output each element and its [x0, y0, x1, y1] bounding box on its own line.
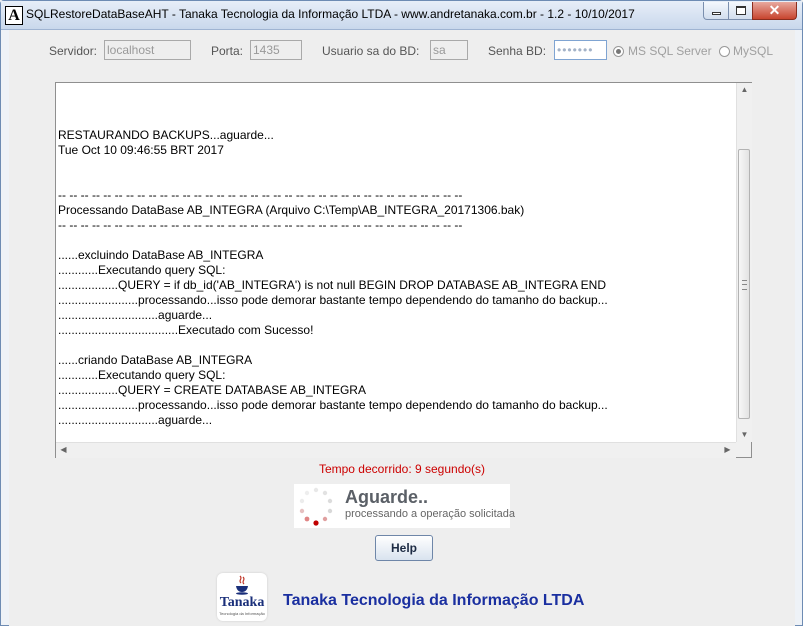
log-line: ........................processando...is… — [58, 398, 608, 412]
log-scroll-pane[interactable]: RESTAURANDO BACKUPS...aguarde... Tue Oct … — [55, 82, 752, 458]
log-line: ........................processando...is… — [58, 293, 608, 307]
password-label: Senha BD: — [488, 44, 547, 58]
loading-spinner-icon — [299, 487, 333, 526]
help-button[interactable]: Help — [375, 535, 433, 561]
user-label: Usuario sa do BD: — [322, 44, 420, 58]
log-line: ......criando DataBase AB_INTEGRA — [58, 353, 253, 367]
log-line: ..............................aguarde... — [58, 308, 213, 322]
log-line: ............Executando query SQL: — [58, 368, 226, 382]
log-line: -- -- -- -- -- -- -- -- -- -- -- -- -- -… — [58, 188, 463, 202]
maximize-button[interactable] — [728, 2, 753, 20]
wait-subtitle: processando a operação solicitada — [345, 508, 516, 520]
scroll-right-icon[interactable]: ▶ — [720, 443, 735, 457]
vertical-scroll-thumb[interactable] — [738, 149, 750, 419]
scroll-down-icon[interactable]: ▼ — [737, 428, 752, 442]
company-name: Tanaka Tecnologia da Informação LTDA — [283, 592, 585, 609]
server-input[interactable] — [104, 40, 191, 60]
log-line: RESTAURANDO BACKUPS...aguarde... — [58, 128, 274, 142]
logo-tagline: Tecnologia da Informação — [219, 611, 265, 616]
scroll-left-icon[interactable]: ◀ — [56, 443, 71, 457]
log-line: -- -- -- -- -- -- -- -- -- -- -- -- -- -… — [58, 218, 463, 232]
server-label: Servidor: — [49, 44, 98, 58]
log-line: ............Executando query SQL: — [58, 263, 226, 277]
client-area: Servidor: Porta: Usuario sa do BD: Senha… — [9, 30, 795, 626]
log-line: ......excluindo DataBase AB_INTEGRA — [58, 248, 264, 262]
tanaka-logo: Tanaka Tecnologia da Informação — [217, 573, 267, 621]
log-line: Tue Oct 10 09:46:55 BRT 2017 — [58, 143, 224, 157]
log-text-area[interactable]: RESTAURANDO BACKUPS...aguarde... Tue Oct … — [58, 113, 734, 438]
scroll-up-icon[interactable]: ▲ — [737, 83, 752, 97]
minimize-button[interactable] — [703, 2, 729, 20]
close-icon: ✕ — [768, 2, 781, 18]
log-line: Processando DataBase AB_INTEGRA (Arquivo… — [58, 203, 525, 217]
port-label: Porta: — [211, 44, 244, 58]
mysql-radio[interactable] — [719, 46, 730, 57]
user-input[interactable] — [430, 40, 468, 60]
elapsed-time-label: Tempo decorrido: 9 segundo(s) — [318, 462, 486, 476]
close-button[interactable]: ✕ — [752, 2, 797, 20]
port-input[interactable] — [250, 40, 302, 60]
log-line: ..............................aguarde... — [58, 413, 213, 427]
app-a-icon[interactable]: A — [5, 6, 23, 25]
mssql-radio-label: MS SQL Server — [628, 44, 712, 58]
password-input[interactable] — [554, 40, 607, 60]
coffee-cup-icon — [236, 575, 248, 595]
maximize-icon — [736, 6, 746, 15]
horizontal-scrollbar[interactable]: ◀ ▶ — [56, 442, 736, 458]
mysql-radio-label: MySQL — [733, 44, 774, 58]
wait-title: Aguarde.. — [345, 487, 429, 507]
minimize-icon — [712, 12, 721, 15]
app-window: A SQLRestoreDataBaseAHT - Tanaka Tecnolo… — [0, 0, 803, 626]
wait-indicator: Aguarde.. processando a operação solicit… — [294, 484, 515, 528]
title-bar[interactable]: A SQLRestoreDataBaseAHT - Tanaka Tecnolo… — [1, 1, 802, 30]
log-line: ....................................Exec… — [58, 323, 314, 337]
vertical-scrollbar[interactable]: ▲ ▼ — [736, 83, 752, 442]
log-line: ..................QUERY = if db_id('AB_I… — [58, 278, 606, 292]
scroll-corner — [736, 442, 751, 457]
log-line: ..................QUERY = CREATE DATABAS… — [58, 383, 366, 397]
grip-icon — [742, 280, 747, 290]
mssql-radio[interactable] — [613, 46, 624, 57]
logo-name: Tanaka — [219, 595, 265, 610]
window-title: SQLRestoreDataBaseAHT - Tanaka Tecnologi… — [26, 7, 635, 21]
